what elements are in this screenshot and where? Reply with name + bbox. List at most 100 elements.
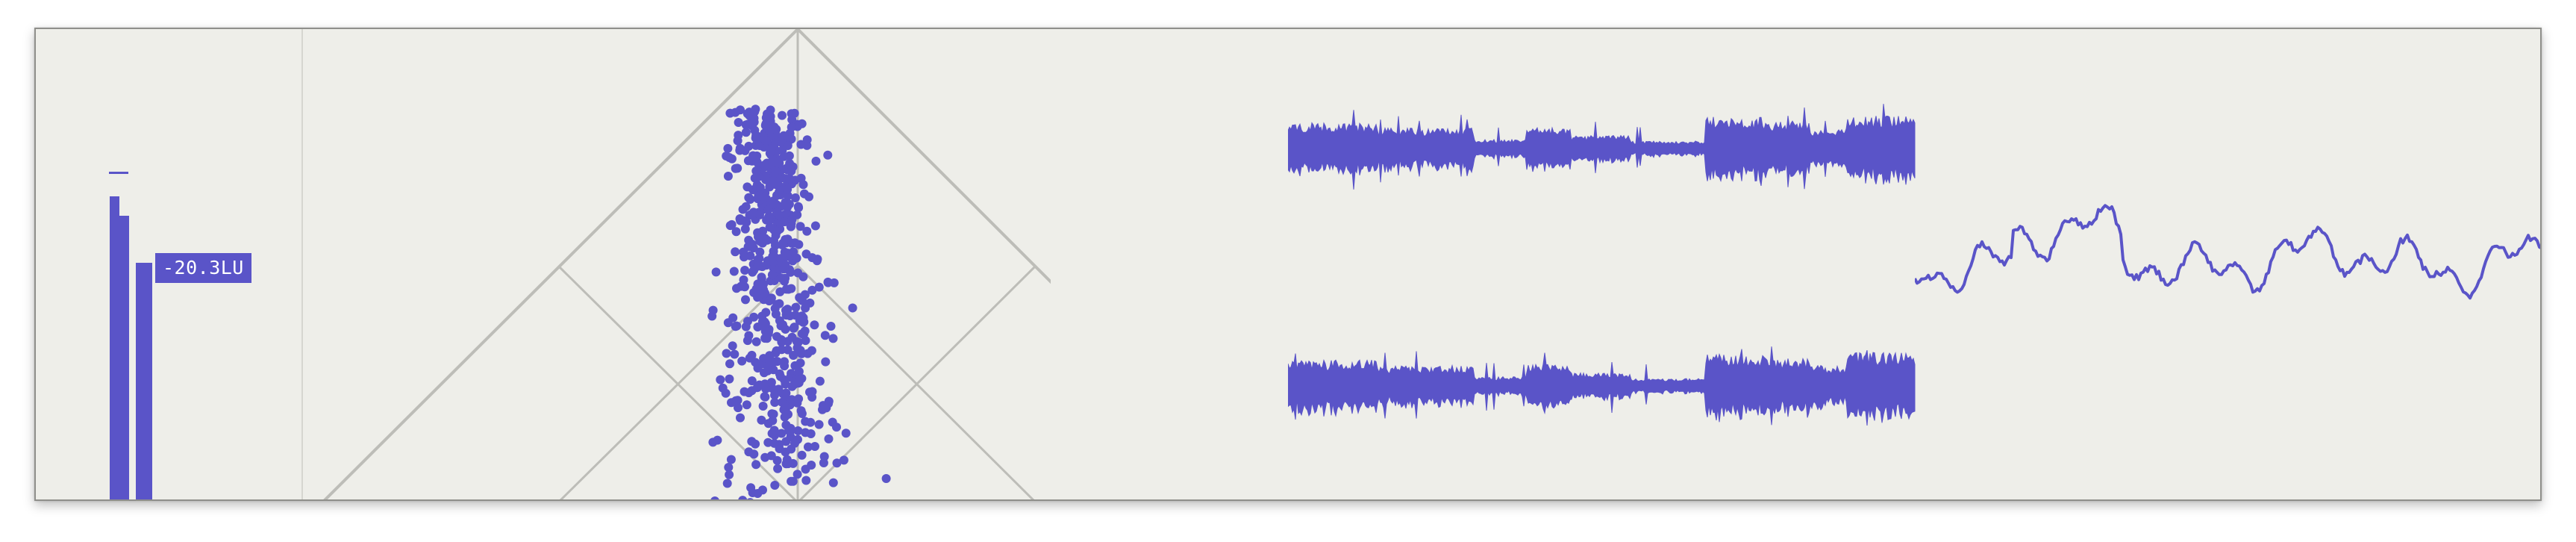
vectorscope-point: [796, 173, 806, 183]
vectorscope-point: [811, 156, 821, 166]
vectorscope-point: [738, 205, 748, 214]
stereo-waveform: [1288, 104, 1916, 426]
vectorscope-point: [828, 478, 838, 488]
vectorscope-point: [722, 349, 731, 358]
vectorscope-point: [725, 359, 734, 369]
vectorscope-point: [780, 361, 790, 371]
vectorscope-point: [729, 267, 739, 276]
vectorscope-point: [751, 439, 760, 449]
vectorscope-point: [730, 349, 740, 359]
vectorscope-point: [785, 159, 795, 168]
vectorscope-point: [810, 320, 819, 330]
vectorscope-point: [801, 303, 810, 313]
vectorscope-point: [794, 394, 804, 404]
vectorscope-point: [793, 268, 803, 278]
vectorscope-point: [742, 400, 751, 410]
vectorscope-point: [775, 254, 785, 264]
vectorscope-point: [784, 459, 793, 469]
vectorscope-point: [787, 166, 796, 176]
vectorscope-point: [740, 387, 749, 396]
vectorscope-point: [841, 429, 851, 438]
vectorscope-point: [789, 247, 798, 257]
vectorscope-point: [751, 460, 761, 470]
vectorscope-point: [770, 481, 780, 490]
vectorscope-point: [787, 109, 796, 119]
vectorscope-point: [790, 438, 799, 448]
vectorscope-point: [800, 290, 810, 299]
vectorscope-point: [737, 356, 747, 366]
vectorscope-point: [725, 470, 734, 479]
vectorscope-point: [731, 108, 740, 117]
vectorscope-point: [716, 375, 725, 384]
vectorscope-point: [775, 316, 784, 325]
vectorscope-point: [740, 266, 750, 275]
vectorscope-point: [770, 390, 779, 400]
vectorscope-point: [823, 150, 833, 160]
vectorscope-point: [758, 402, 768, 411]
vectorscope-point: [768, 155, 778, 165]
vectorscope-point: [779, 152, 789, 161]
vectorscope-point: [751, 337, 761, 346]
vectorscope-point: [744, 331, 754, 340]
vectorscope-point: [783, 184, 793, 194]
vectorscope-point: [744, 193, 754, 202]
vectorscope-point: [748, 121, 757, 131]
vectorscope-point: [735, 143, 745, 153]
vectorscope-point: [731, 163, 740, 173]
vectorscope-point: [743, 182, 752, 192]
vectorscope-point: [754, 360, 764, 370]
vectorscope-point: [732, 321, 742, 331]
vectorscope-point: [823, 277, 833, 287]
vectorscope-point: [797, 329, 807, 339]
vectorscope-point: [761, 308, 771, 317]
vectorscope-point: [848, 303, 857, 313]
vectorscope-point: [722, 479, 732, 488]
vectorscope-point: [753, 293, 763, 302]
vectorscope-point: [806, 417, 816, 427]
vectorscope-point: [765, 354, 775, 364]
vectorscope-point: [708, 305, 718, 315]
vectorscope-point: [755, 210, 764, 219]
vectorscope-point: [806, 429, 816, 438]
vectorscope-point: [727, 398, 736, 408]
vectorscope-point: [772, 299, 782, 309]
vectorscope-point: [723, 172, 733, 181]
vectorscope-point: [789, 323, 798, 333]
vectorscope-point: [787, 122, 796, 132]
vectorscope-point: [742, 217, 751, 227]
vectorscope-point: [786, 222, 795, 231]
vectorscope-point: [728, 341, 737, 351]
vectorscope-point: [745, 108, 754, 117]
vectorscope-point: [802, 226, 812, 236]
vectorscope-point: [731, 247, 740, 257]
vectorscope-point: [826, 322, 836, 331]
vectorscope-point: [780, 174, 790, 184]
vectorscope-point: [796, 140, 806, 149]
vectorscope-point: [772, 455, 782, 465]
vectorscope-point: [754, 232, 763, 242]
vectorscope-point: [789, 351, 798, 360]
vectorscope-point: [773, 464, 783, 473]
vectorscope-point: [749, 312, 759, 322]
vectorscope-point: [801, 249, 811, 259]
vectorscope-point: [824, 434, 834, 443]
vectorscope-point: [734, 118, 743, 127]
vectorscope-point: [814, 420, 824, 429]
vectorscope-point: [814, 282, 824, 292]
vectorscope-point: [801, 476, 811, 485]
vectorscope-point: [760, 392, 770, 402]
vectorscope-point: [748, 151, 758, 161]
vectorscope-point: [881, 474, 891, 483]
vectorscope-point: [772, 226, 781, 236]
vectorscope-point: [793, 470, 802, 479]
vectorscope-point: [763, 365, 773, 375]
vectorscope-point: [798, 313, 808, 323]
vectorscope-grid: [323, 29, 1051, 499]
vectorscope-point: [781, 234, 790, 244]
vectorscope-point: [765, 216, 775, 225]
vectorscope-point: [736, 413, 745, 423]
vectorscope-point: [723, 318, 733, 328]
vectorscope-point: [747, 350, 757, 360]
vectorscope-point: [812, 256, 822, 266]
vectorscope-point: [769, 236, 778, 246]
